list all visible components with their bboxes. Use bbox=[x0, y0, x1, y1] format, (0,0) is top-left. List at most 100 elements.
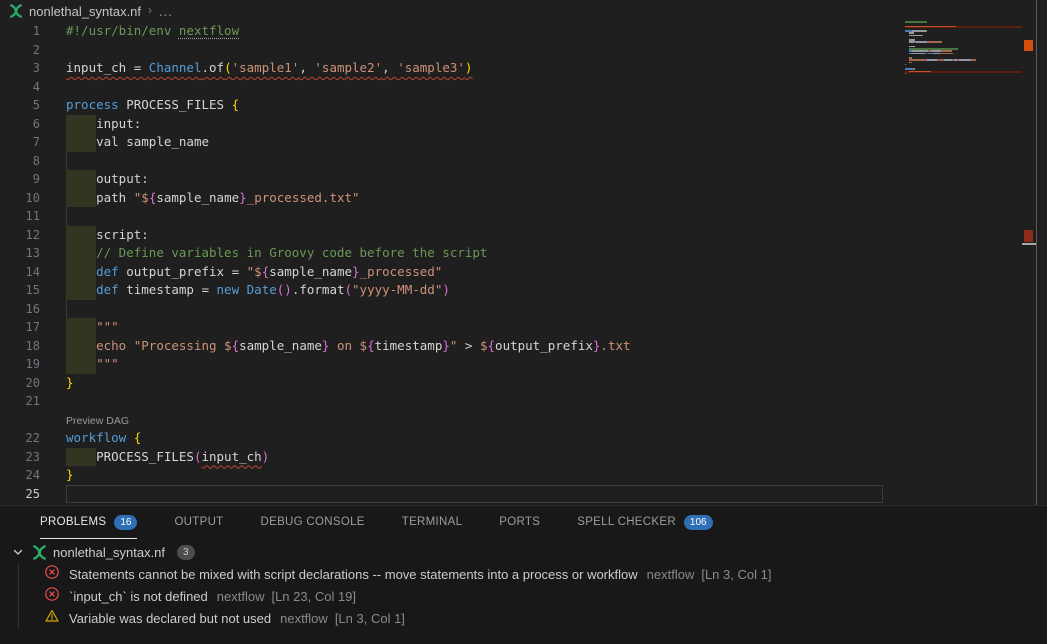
line-number[interactable]: 25 bbox=[0, 485, 47, 504]
tab-label: TERMINAL bbox=[402, 516, 463, 528]
line-number[interactable]: 20 bbox=[0, 374, 47, 393]
code-line-content[interactable]: input_ch = Channel.of('sample1', 'sample… bbox=[47, 59, 883, 78]
code-line-content[interactable]: } bbox=[47, 466, 883, 485]
code-token: sample_name bbox=[239, 338, 322, 353]
line-number[interactable]: 1 bbox=[0, 22, 47, 41]
code-line-content[interactable]: echo "Processing ${sample_name} on ${tim… bbox=[47, 337, 883, 356]
tokens-span: input: bbox=[66, 116, 141, 131]
line-number[interactable]: 2 bbox=[0, 41, 47, 60]
code-token bbox=[66, 116, 96, 131]
code-line-content[interactable]: input: bbox=[47, 115, 883, 134]
problems-list: Statements cannot be mixed with script d… bbox=[0, 563, 1047, 629]
code-line-content[interactable]: """ bbox=[47, 355, 883, 374]
code-line-content[interactable]: workflow { bbox=[47, 429, 883, 448]
minimap-line bbox=[905, 75, 1022, 77]
code-line-content[interactable] bbox=[47, 485, 883, 504]
line-number[interactable]: 8 bbox=[0, 152, 47, 171]
tab-terminal[interactable]: TERMINAL bbox=[402, 506, 463, 539]
code-line-content[interactable] bbox=[47, 207, 883, 226]
line-number[interactable]: 9 bbox=[0, 170, 47, 189]
code-line-content[interactable] bbox=[47, 78, 883, 97]
code-token: output_prefix = bbox=[119, 264, 247, 279]
problems-file-group[interactable]: nonlethal_syntax.nf 3 bbox=[0, 541, 1047, 563]
codelens-row: Preview DAG bbox=[0, 411, 902, 430]
code-line-content[interactable]: process PROCESS_FILES { bbox=[47, 96, 883, 115]
code-line-content[interactable]: """ bbox=[47, 318, 883, 337]
code-line: 13 // Define variables in Groovy code be… bbox=[0, 244, 902, 263]
code-token: } bbox=[66, 375, 74, 390]
code-line-content[interactable]: PROCESS_FILES(input_ch) bbox=[47, 448, 883, 467]
tab-problems[interactable]: PROBLEMS16 bbox=[40, 506, 137, 539]
tab-spell-checker[interactable]: SPELL CHECKER106 bbox=[577, 506, 712, 539]
code-line-content[interactable]: def timestamp = new Date().format("yyyy-… bbox=[47, 281, 883, 300]
code-line-content[interactable]: output: bbox=[47, 170, 883, 189]
code-line-content[interactable]: def output_prefix = "${sample_name}_proc… bbox=[47, 263, 883, 282]
line-number[interactable]: 11 bbox=[0, 207, 47, 226]
code-line-content[interactable]: #!/usr/bin/env nextflow bbox=[47, 22, 883, 41]
error-squiggle-span: input_ch = Channel.of('sample1', 'sample… bbox=[66, 60, 472, 75]
line-number[interactable]: 10 bbox=[0, 189, 47, 208]
breadcrumb-symbol-more[interactable]: ... bbox=[159, 4, 173, 19]
tab-ports[interactable]: PORTS bbox=[499, 506, 540, 539]
line-number[interactable]: 7 bbox=[0, 133, 47, 152]
line-number[interactable]: 16 bbox=[0, 300, 47, 319]
breadcrumb-file-name[interactable]: nonlethal_syntax.nf bbox=[29, 4, 141, 19]
line-number[interactable]: 6 bbox=[0, 115, 47, 134]
code-line-content[interactable] bbox=[47, 41, 883, 60]
code-line-content[interactable]: val sample_name bbox=[47, 133, 883, 152]
line-number[interactable]: 3 bbox=[0, 59, 47, 78]
code-line: 17 """ bbox=[0, 318, 902, 337]
line-number[interactable]: 15 bbox=[0, 281, 47, 300]
code-token: ( bbox=[224, 60, 232, 75]
tab-output[interactable]: OUTPUT bbox=[174, 506, 223, 539]
minimap[interactable] bbox=[905, 21, 1022, 77]
line-number[interactable]: 5 bbox=[0, 96, 47, 115]
line-number[interactable]: 14 bbox=[0, 263, 47, 282]
code-token: ) bbox=[465, 60, 473, 75]
code-line-content[interactable]: // Define variables in Groovy code befor… bbox=[47, 244, 883, 263]
code-line: 23 PROCESS_FILES(input_ch) bbox=[0, 448, 902, 467]
breadcrumb[interactable]: nonlethal_syntax.nf › ... bbox=[0, 0, 1047, 22]
line-number[interactable]: 12 bbox=[0, 226, 47, 245]
line-number[interactable]: 24 bbox=[0, 466, 47, 485]
panel-tab-bar: PROBLEMS16 OUTPUT DEBUG CONSOLE TERMINAL POR… bbox=[0, 506, 1047, 539]
code-line: 18 echo "Processing ${sample_name} on ${… bbox=[0, 337, 902, 356]
bottom-panel: PROBLEMS16 OUTPUT DEBUG CONSOLE TERMINAL POR… bbox=[0, 505, 1047, 644]
code-line-content[interactable]: script: bbox=[47, 226, 883, 245]
line-number[interactable]: 4 bbox=[0, 78, 47, 97]
breadcrumb-chevron-icon: › bbox=[148, 3, 152, 17]
tab-debug-console[interactable]: DEBUG CONSOLE bbox=[261, 506, 365, 539]
code-line: 2 bbox=[0, 41, 902, 60]
code-token: output: bbox=[96, 171, 149, 186]
code-token bbox=[66, 356, 96, 371]
code-line-content[interactable] bbox=[47, 152, 883, 171]
line-number[interactable]: 18 bbox=[0, 337, 47, 356]
code-line-content[interactable] bbox=[47, 300, 883, 319]
minimap-token bbox=[926, 30, 927, 32]
codelens-link[interactable]: Preview DAG bbox=[66, 415, 129, 427]
code-line-content[interactable] bbox=[47, 392, 883, 411]
tokens-span: """ bbox=[66, 319, 119, 334]
code-line-content[interactable]: } bbox=[47, 374, 883, 393]
problem-row[interactable]: Statements cannot be mixed with script d… bbox=[0, 563, 1047, 585]
code-line-content[interactable]: path "${sample_name}_processed.txt" bbox=[47, 189, 883, 208]
overview-ruler-cursor-marker bbox=[1022, 243, 1036, 245]
line-number[interactable]: 17 bbox=[0, 318, 47, 337]
code-area[interactable]: 1#!/usr/bin/env nextflow23input_ch = Cha… bbox=[0, 22, 902, 503]
code-token: { bbox=[232, 338, 240, 353]
code-token: 'sample3' bbox=[397, 60, 465, 75]
chevron-down-icon[interactable] bbox=[10, 544, 26, 560]
overview-ruler-scrollbar[interactable] bbox=[1022, 0, 1036, 505]
code-line: 10 path "${sample_name}_processed.txt" bbox=[0, 189, 902, 208]
line-number[interactable]: 22 bbox=[0, 429, 47, 448]
code-token: PROCESS_FILES bbox=[119, 97, 232, 112]
problem-row[interactable]: Variable was declared but not usednextfl… bbox=[0, 607, 1047, 629]
line-number[interactable]: 23 bbox=[0, 448, 47, 467]
code-token bbox=[239, 282, 247, 297]
line-number[interactable]: 13 bbox=[0, 244, 47, 263]
minimap-token bbox=[955, 26, 956, 28]
line-number[interactable]: 21 bbox=[0, 392, 47, 411]
line-number[interactable]: 19 bbox=[0, 355, 47, 374]
problem-row[interactable]: `input_ch` is not definednextflow[Ln 23,… bbox=[0, 585, 1047, 607]
code-token: timestamp bbox=[375, 338, 443, 353]
